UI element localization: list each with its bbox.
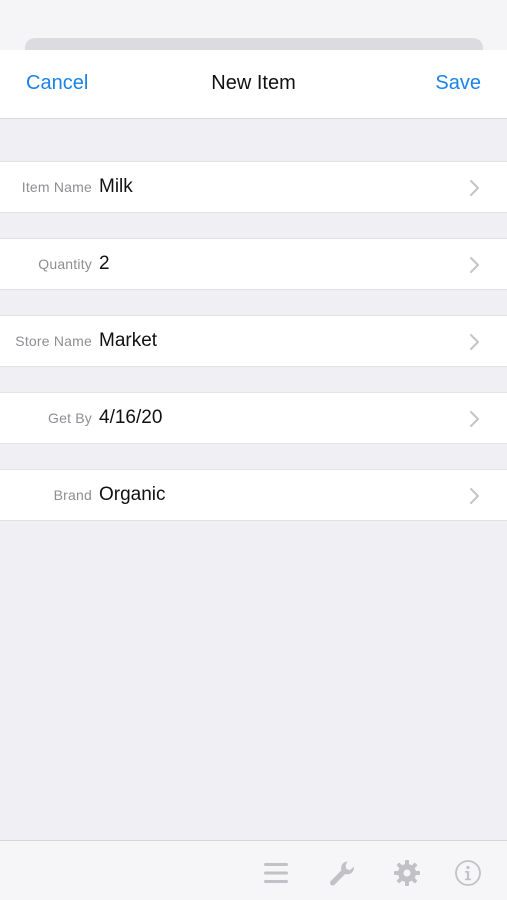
- wrench-icon[interactable]: [328, 859, 356, 887]
- page-title: New Item: [211, 72, 296, 94]
- get-by-value: 4/16/20: [99, 407, 163, 428]
- store-name-value: Market: [99, 330, 158, 351]
- brand-label: Brand: [53, 487, 92, 503]
- store-name-label: Store Name: [15, 333, 92, 349]
- quantity-value: 2: [99, 253, 110, 274]
- bottom-toolbar: [0, 840, 507, 900]
- chevron-right-icon: [470, 411, 479, 427]
- item-name-label: Item Name: [21, 179, 92, 195]
- item-name-row[interactable]: Item Name Milk: [0, 161, 507, 213]
- quantity-label: Quantity: [38, 256, 92, 272]
- brand-value: Organic: [99, 484, 166, 505]
- navigation-bar: Cancel New Item Save: [0, 50, 507, 119]
- gear-icon[interactable]: [393, 859, 421, 887]
- save-button[interactable]: Save: [435, 72, 481, 95]
- chevron-right-icon: [470, 180, 479, 196]
- store-name-row[interactable]: Store Name Market: [0, 315, 507, 367]
- chevron-right-icon: [470, 257, 479, 273]
- info-icon[interactable]: [454, 859, 482, 887]
- list-icon[interactable]: [262, 859, 290, 887]
- chevron-right-icon: [470, 334, 479, 350]
- chevron-right-icon: [470, 488, 479, 504]
- new-item-screen: Cancel New Item Save Item Name Milk Quan…: [0, 0, 507, 900]
- brand-row[interactable]: Brand Organic: [0, 469, 507, 521]
- get-by-label: Get By: [48, 410, 92, 426]
- item-name-value: Milk: [99, 176, 133, 197]
- get-by-row[interactable]: Get By 4/16/20: [0, 392, 507, 444]
- quantity-row[interactable]: Quantity 2: [0, 238, 507, 290]
